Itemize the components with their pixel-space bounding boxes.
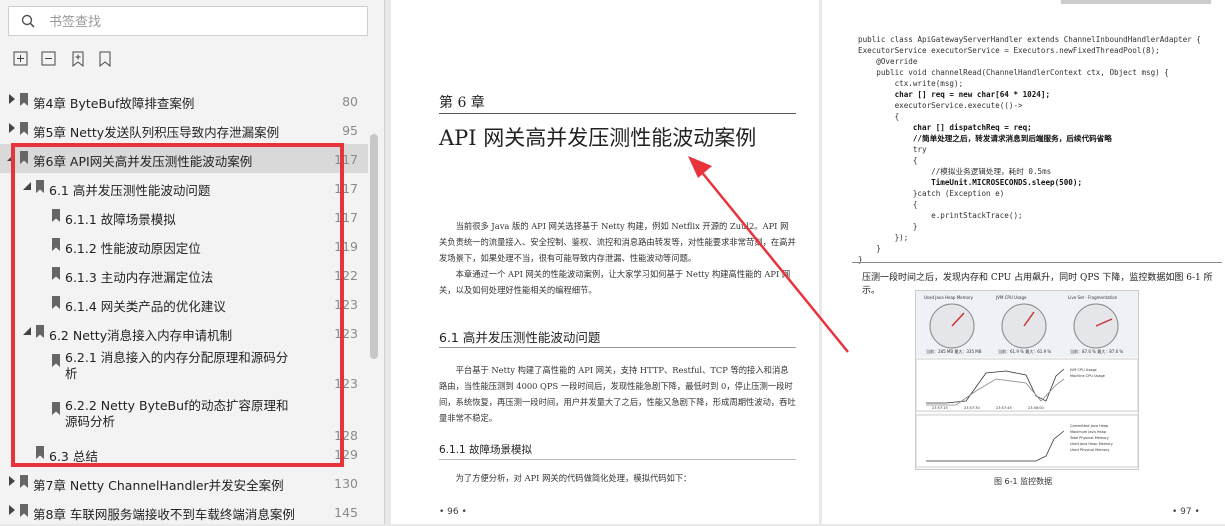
annotation-arrow-head	[688, 156, 712, 178]
annotation-overlay	[688, 156, 849, 353]
annotation-arrow-line	[699, 169, 849, 353]
